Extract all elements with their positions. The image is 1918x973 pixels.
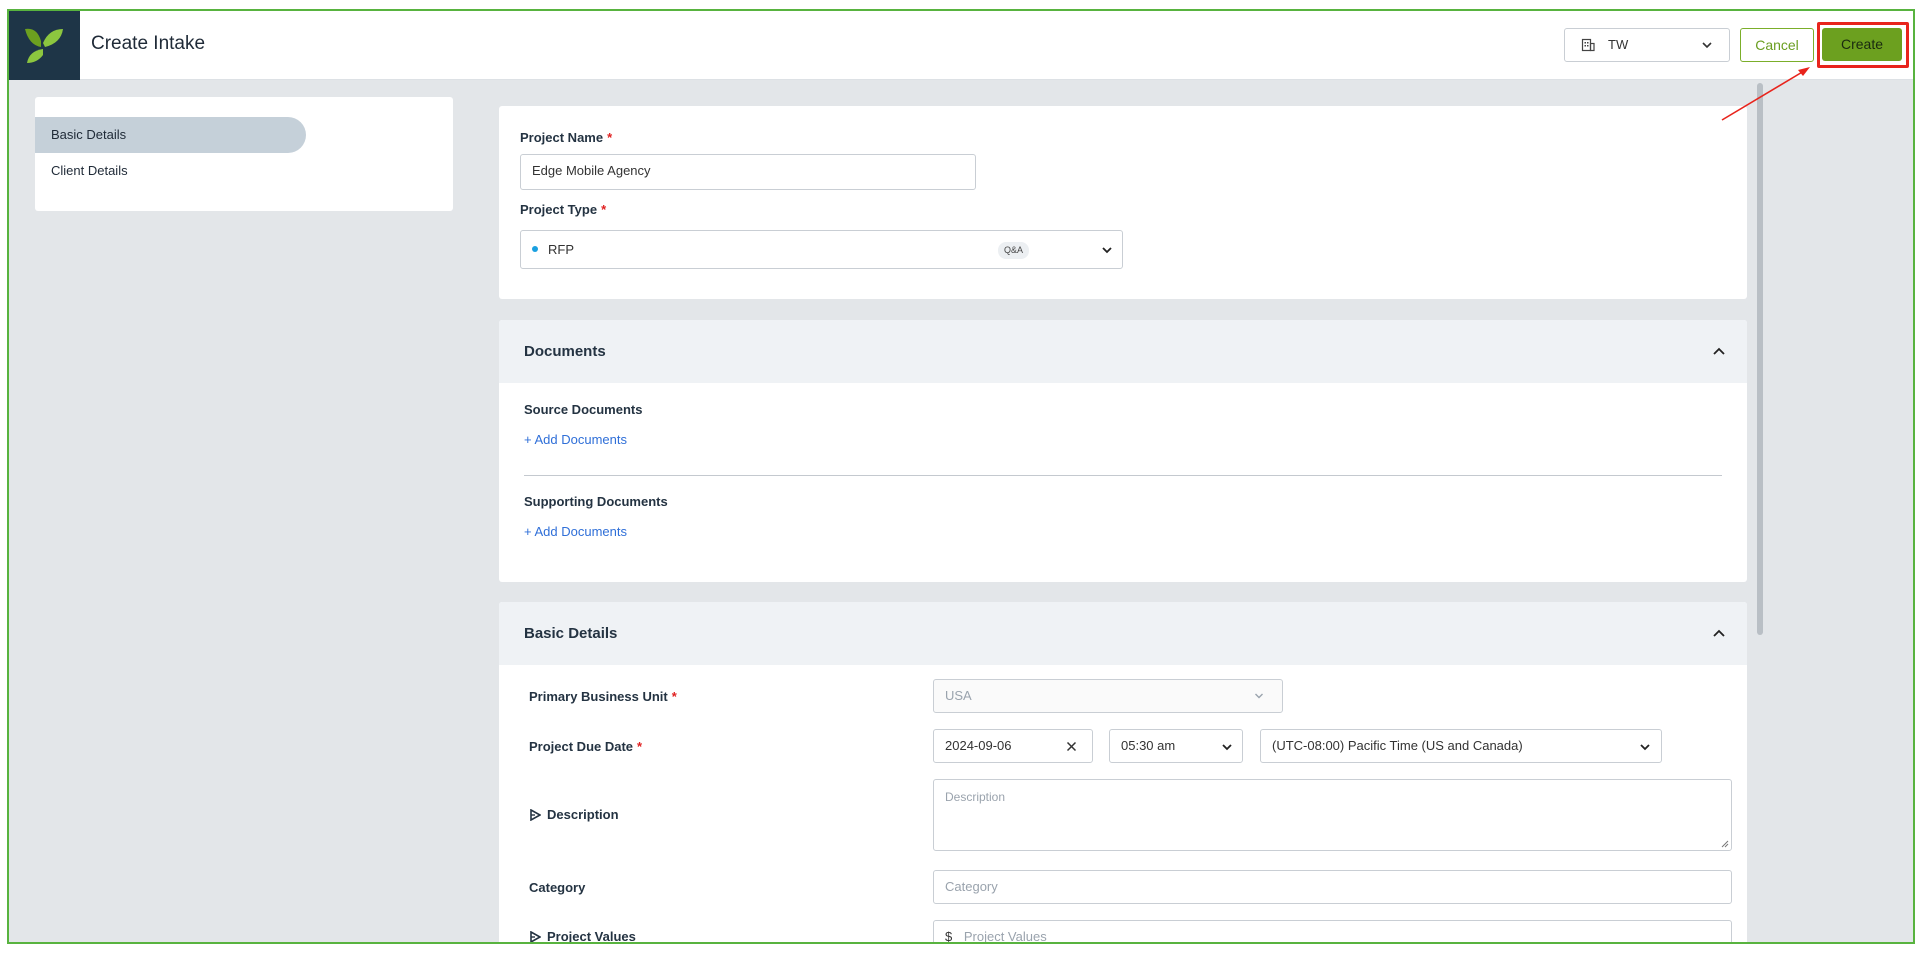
workspace-select[interactable]: TW — [1564, 28, 1730, 62]
due-time-value: 05:30 am — [1121, 738, 1176, 753]
project-values-input[interactable]: $ Project Values — [933, 920, 1732, 944]
documents-header[interactable]: Documents — [499, 320, 1747, 383]
description-textarea[interactable]: Description — [933, 779, 1732, 851]
due-date-input[interactable]: 2024-09-06 — [933, 729, 1093, 763]
cancel-button[interactable]: Cancel — [1740, 28, 1814, 62]
project-values-placeholder: Project Values — [963, 929, 1047, 944]
project-type-select[interactable]: RFP Q&A — [520, 230, 1123, 269]
main-content: Project Name * Edge Mobile Agency Project… — [499, 95, 1749, 944]
sidebar-item-client-details[interactable]: Client Details — [35, 153, 306, 189]
category-placeholder: Category — [945, 879, 998, 894]
workspace-value: TW — [1608, 37, 1629, 52]
section-nav: Basic Details Client Details — [35, 97, 453, 211]
project-name-label: Project Name * — [520, 130, 613, 145]
description-label: Description — [529, 807, 619, 822]
chevron-down-icon — [1255, 693, 1263, 699]
top-bar: Create Intake TW Cancel Create — [9, 11, 1913, 80]
clear-icon[interactable] — [1066, 741, 1077, 752]
chevron-down-icon — [1222, 744, 1232, 751]
category-input[interactable]: Category — [933, 870, 1732, 904]
timezone-value: (UTC-08:00) Pacific Time (US and Canada) — [1272, 738, 1523, 753]
chevron-down-icon — [1640, 744, 1650, 751]
description-placeholder: Description — [945, 790, 1006, 804]
page-title: Create Intake — [91, 33, 206, 54]
app-logo — [9, 11, 80, 80]
category-label: Category — [529, 880, 586, 895]
documents-divider — [524, 475, 1722, 476]
chevron-up-icon[interactable] — [1712, 626, 1726, 640]
documents-title: Documents — [524, 343, 606, 360]
ai-assist-icon[interactable] — [529, 809, 541, 821]
qa-tag: Q&A — [998, 242, 1030, 259]
currency-symbol: $ — [945, 929, 953, 944]
timezone-select[interactable]: (UTC-08:00) Pacific Time (US and Canada) — [1260, 729, 1662, 763]
due-date-label: Project Due Date * — [529, 739, 643, 754]
project-type-label: Project Type * — [520, 202, 607, 217]
chevron-up-icon[interactable] — [1712, 344, 1726, 358]
ai-assist-icon[interactable] — [529, 931, 541, 943]
resize-handle-icon[interactable] — [1721, 840, 1729, 848]
add-supporting-documents-link[interactable]: + Add Documents — [524, 524, 627, 539]
due-time-select[interactable]: 05:30 am — [1109, 729, 1243, 763]
supporting-documents-label: Supporting Documents — [524, 494, 668, 509]
basic-details-header[interactable]: Basic Details — [499, 602, 1747, 665]
project-name-input[interactable]: Edge Mobile Agency — [520, 154, 976, 190]
project-type-value: RFP — [548, 242, 574, 257]
project-card: Project Name * Edge Mobile Agency Project… — [499, 106, 1747, 299]
sidebar-item-basic-details[interactable]: Basic Details — [35, 117, 306, 153]
due-date-value: 2024-09-06 — [945, 738, 1012, 753]
business-unit-select[interactable]: USA — [933, 679, 1283, 713]
type-dot-icon — [532, 246, 538, 252]
project-values-label: Project Values — [529, 929, 636, 943]
source-documents-label: Source Documents — [524, 402, 643, 417]
building-icon — [1581, 38, 1595, 52]
scrollbar[interactable] — [1757, 83, 1763, 635]
create-button[interactable]: Create — [1822, 28, 1902, 61]
chevron-down-icon — [1702, 42, 1712, 49]
chevron-down-icon — [1102, 247, 1112, 254]
business-unit-placeholder: USA — [945, 688, 972, 703]
add-source-documents-link[interactable]: + Add Documents — [524, 432, 627, 447]
basic-details-card: Basic Details Primary Business Unit * USA… — [499, 602, 1747, 944]
documents-card: Documents Source Documents + Add Documen… — [499, 320, 1747, 582]
logo-icon — [25, 28, 63, 63]
basic-details-title: Basic Details — [524, 625, 618, 642]
app-window: Create Intake TW Cancel Create Basic Det… — [7, 9, 1915, 944]
business-unit-label: Primary Business Unit * — [529, 689, 677, 704]
